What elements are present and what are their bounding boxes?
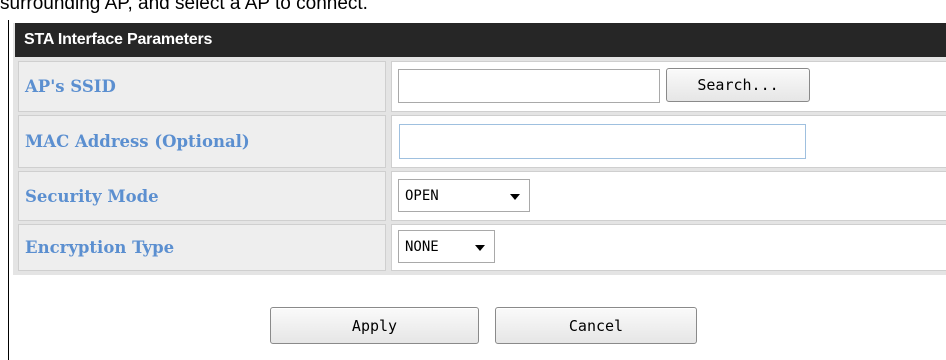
encryption-type-label: Encryption Type: [18, 224, 386, 271]
intro-text: surrounding AP, and select a AP to conne…: [0, 0, 368, 14]
mac-address-label: MAC Address (Optional): [18, 115, 386, 168]
mac-address-label-text: MAC Address (Optional): [25, 132, 250, 151]
security-mode-selected: OPEN: [405, 187, 439, 204]
ssid-label: AP's SSID: [18, 61, 386, 112]
security-mode-label-text: Security Mode: [25, 186, 159, 206]
mac-address-input[interactable]: [399, 124, 806, 159]
apply-button[interactable]: Apply: [270, 307, 479, 344]
chevron-down-icon: [510, 193, 520, 200]
ssid-label-text: AP's SSID: [25, 77, 116, 96]
cancel-button[interactable]: Cancel: [495, 307, 697, 344]
chevron-down-icon: [475, 244, 485, 251]
security-mode-label: Security Mode: [18, 171, 386, 221]
security-mode-select[interactable]: OPEN: [398, 179, 530, 212]
encryption-type-label-text: Encryption Type: [25, 238, 175, 257]
ssid-input[interactable]: [398, 69, 660, 103]
encryption-type-select[interactable]: NONE: [398, 230, 495, 263]
encryption-type-selected: NONE: [405, 238, 439, 255]
search-button[interactable]: Search...: [666, 68, 810, 102]
section-title: STA Interface Parameters: [15, 23, 946, 57]
